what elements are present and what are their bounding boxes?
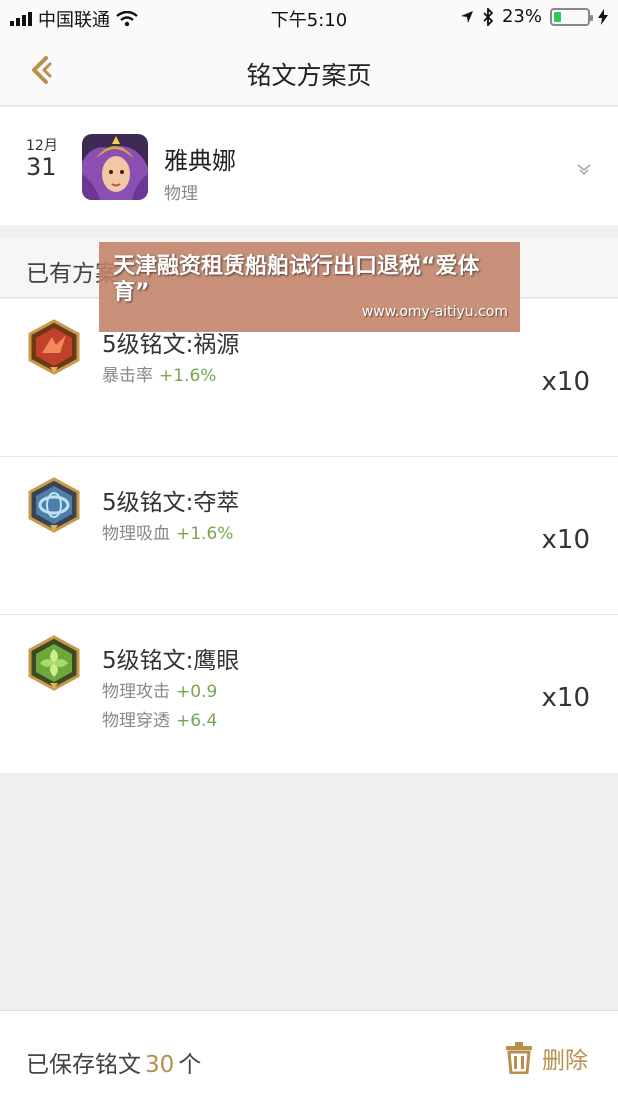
rune-attr-label: 物理穿透 — [102, 711, 170, 731]
bluetooth-icon — [483, 7, 494, 26]
battery-percent: 23% — [501, 6, 542, 27]
saved-summary: 已保存铭文 30 个 — [26, 1045, 201, 1079]
rune-attr: 物理吸血 +1.6% — [102, 519, 233, 544]
hero-avatar — [82, 134, 148, 200]
battery-icon — [550, 7, 593, 26]
saved-count: 30 — [145, 1052, 175, 1078]
rune-green-icon — [28, 635, 80, 691]
delete-button[interactable]: 删除 — [504, 1041, 588, 1075]
watermark-banner: 天津融资租赁船舶试行出口退税“爱体育” www.omy-aitiyu.com — [99, 242, 520, 332]
rune-count: x10 — [541, 683, 590, 713]
rune-item[interactable]: 5级铭文:鹰眼 物理攻击 +0.9 物理穿透 +6.4 x10 — [0, 615, 618, 773]
date-day: 31 — [26, 153, 57, 181]
rune-attr-label: 物理吸血 — [102, 524, 170, 544]
trash-icon — [506, 1042, 532, 1074]
nav-bar: 铭文方案页 — [0, 36, 618, 106]
rune-attr: 物理攻击 +0.9 — [102, 677, 217, 702]
bottom-bar: 已保存铭文 30 个 删除 — [0, 1010, 618, 1100]
rune-attr: 物理穿透 +6.4 — [102, 706, 217, 731]
delete-label: 删除 — [542, 1048, 588, 1074]
rune-list: 5级铭文:祸源 暴击率 +1.6% x10 5级铭文:夺萃 物理吸血 +1.6% x… — [0, 299, 618, 773]
chevron-down-icon[interactable] — [576, 163, 592, 177]
rune-attr-value: +6.4 — [176, 711, 218, 731]
rune-item[interactable]: 5级铭文:夺萃 物理吸血 +1.6% x10 — [0, 457, 618, 615]
status-bar: 中国联通 下午5:10 23% — [0, 0, 618, 36]
rune-attr-value: +1.6% — [176, 524, 234, 544]
rune-attr-label: 物理攻击 — [102, 682, 170, 702]
rune-name: 5级铭文:夺萃 — [102, 490, 240, 516]
page-title: 铭文方案页 — [246, 61, 372, 90]
hero-type: 物理 — [164, 184, 198, 204]
rune-count: x10 — [541, 367, 590, 397]
watermark-title: 天津融资租赁船舶试行出口退税“爱体育” — [113, 254, 480, 305]
watermark-url: www.omy-aitiyu.com — [361, 304, 508, 320]
rune-name: 5级铭文:鹰眼 — [102, 648, 240, 674]
charging-bolt-icon — [598, 8, 608, 25]
rune-attr-value: +0.9 — [176, 682, 218, 702]
location-arrow-icon — [460, 10, 473, 23]
hero-name: 雅典娜 — [164, 147, 236, 175]
rune-attr: 暴击率 +1.6% — [102, 361, 216, 386]
rune-attr-value: +1.6% — [159, 366, 217, 386]
rune-count: x10 — [541, 525, 590, 555]
rune-blue-icon — [28, 477, 80, 533]
saved-suffix: 个 — [178, 1052, 202, 1078]
saved-prefix: 已保存铭文 — [26, 1052, 141, 1078]
hero-row[interactable]: 12月 31 雅典娜 物理 — [0, 107, 618, 225]
battery-level — [554, 11, 562, 22]
date-month: 12月 — [26, 138, 58, 154]
status-right: 23% — [460, 6, 608, 27]
rune-attr-label: 暴击率 — [102, 366, 153, 386]
rune-red-icon — [28, 319, 80, 375]
